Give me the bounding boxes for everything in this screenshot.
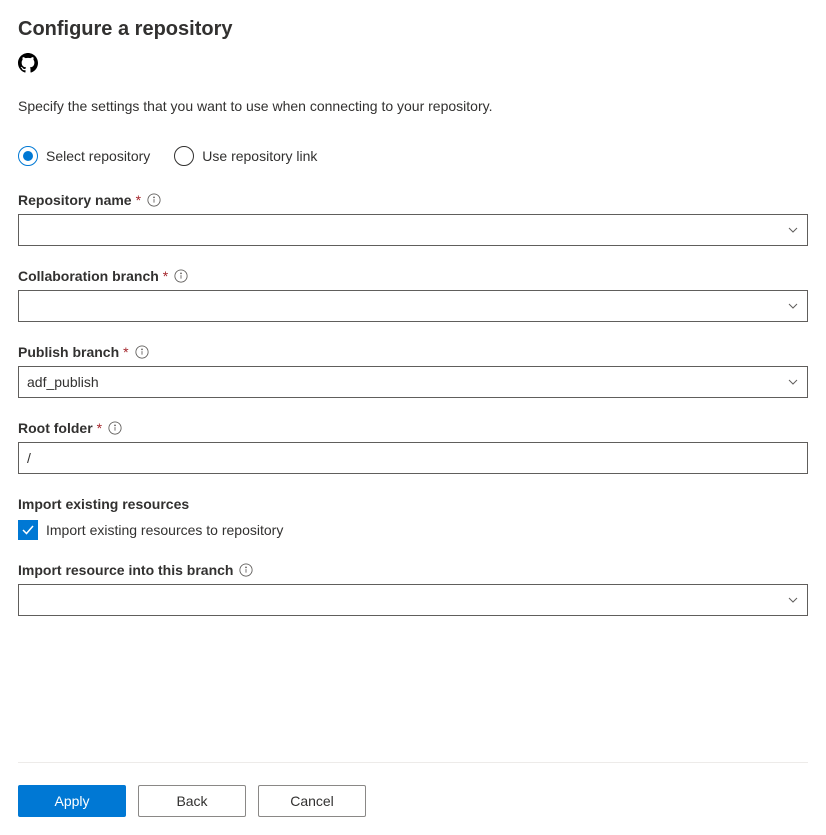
import-branch-field: Import resource into this branch (18, 562, 808, 616)
checkbox-label: Import existing resources to repository (46, 522, 283, 538)
required-star-icon: * (97, 420, 102, 436)
github-icon (18, 53, 38, 78)
chevron-down-icon (787, 224, 799, 236)
info-icon[interactable] (147, 193, 161, 207)
select-repository-radio[interactable]: Select repository (18, 146, 150, 166)
root-folder-field: Root folder * (18, 420, 808, 474)
description-text: Specify the settings that you want to us… (18, 98, 808, 114)
required-star-icon: * (123, 344, 128, 360)
publish-branch-field: Publish branch * adf_publish (18, 344, 808, 398)
info-icon[interactable] (108, 421, 122, 435)
page-title: Configure a repository (18, 18, 808, 41)
select-value: adf_publish (27, 374, 99, 390)
repository-name-select[interactable] (18, 214, 808, 246)
info-icon[interactable] (135, 345, 149, 359)
info-icon[interactable] (239, 563, 253, 577)
info-icon[interactable] (174, 269, 188, 283)
root-folder-input[interactable] (18, 442, 808, 474)
field-label: Publish branch (18, 344, 119, 360)
apply-button[interactable]: Apply (18, 785, 126, 817)
use-repository-link-radio[interactable]: Use repository link (174, 146, 317, 166)
required-star-icon: * (136, 192, 141, 208)
radio-unselected-icon (174, 146, 194, 166)
collaboration-branch-select[interactable] (18, 290, 808, 322)
radio-label: Use repository link (202, 148, 317, 164)
repository-name-field: Repository name * (18, 192, 808, 246)
collaboration-branch-field: Collaboration branch * (18, 268, 808, 322)
field-label: Repository name (18, 192, 132, 208)
field-label: Import resource into this branch (18, 562, 233, 578)
chevron-down-icon (787, 594, 799, 606)
repo-mode-radio-group: Select repository Use repository link (18, 146, 808, 166)
publish-branch-select[interactable]: adf_publish (18, 366, 808, 398)
radio-label: Select repository (46, 148, 150, 164)
import-existing-checkbox[interactable] (18, 520, 38, 540)
field-label: Root folder (18, 420, 93, 436)
chevron-down-icon (787, 376, 799, 388)
footer-bar: Apply Back Cancel (18, 762, 808, 817)
import-existing-field: Import existing resources Import existin… (18, 496, 808, 540)
radio-selected-icon (18, 146, 38, 166)
back-button[interactable]: Back (138, 785, 246, 817)
required-star-icon: * (163, 268, 168, 284)
cancel-button[interactable]: Cancel (258, 785, 366, 817)
field-label: Collaboration branch (18, 268, 159, 284)
field-label: Import existing resources (18, 496, 189, 512)
chevron-down-icon (787, 300, 799, 312)
import-branch-select[interactable] (18, 584, 808, 616)
